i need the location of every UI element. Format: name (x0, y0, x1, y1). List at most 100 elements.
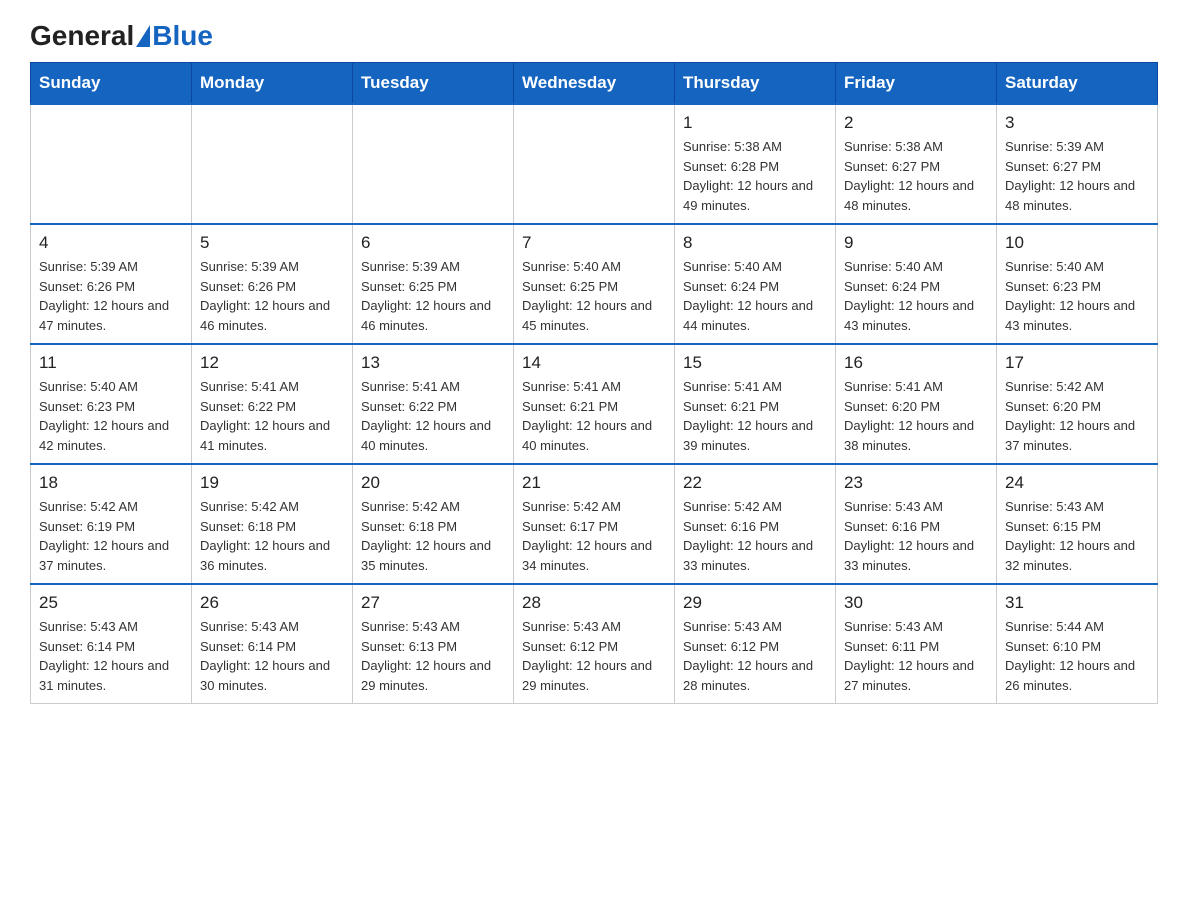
calendar-cell: 21 Sunrise: 5:42 AM Sunset: 6:17 PM Dayli… (514, 464, 675, 584)
calendar-cell: 29Sunrise: 5:43 AM Sunset: 6:12 PM Dayli… (675, 584, 836, 704)
calendar-week-row: 25 Sunrise: 5:43 AM Sunset: 6:14 PM Dayli… (31, 584, 1158, 704)
day-info: Sunrise: 5:40 AM Sunset: 6:25 PM Dayligh… (522, 257, 666, 335)
day-number: 16 (844, 353, 988, 373)
day-info: Sunrise: 5:39 AM Sunset: 6:27 PM Dayligh… (1005, 137, 1149, 215)
day-number: 18 (39, 473, 183, 493)
calendar-week-row: 18 Sunrise: 5:42 AM Sunset: 6:19 PM Dayli… (31, 464, 1158, 584)
day-number: 28 (522, 593, 666, 613)
day-info: Sunrise: 5:42 AM Sunset: 6:20 PM Dayligh… (1005, 377, 1149, 455)
calendar-header-friday: Friday (836, 63, 997, 105)
day-number: 22 (683, 473, 827, 493)
day-number: 31 (1005, 593, 1149, 613)
calendar-cell: 7 Sunrise: 5:40 AM Sunset: 6:25 PM Daylig… (514, 224, 675, 344)
day-number: 27 (361, 593, 505, 613)
day-info: Sunrise: 5:42 AM Sunset: 6:18 PM Dayligh… (361, 497, 505, 575)
day-info: Sunrise: 5:39 AM Sunset: 6:25 PM Dayligh… (361, 257, 505, 335)
calendar-cell: 1 Sunrise: 5:38 AM Sunset: 6:28 PM Daylig… (675, 104, 836, 224)
calendar-cell: 14 Sunrise: 5:41 AM Sunset: 6:21 PM Dayli… (514, 344, 675, 464)
logo-area: General Blue (30, 20, 213, 52)
day-number: 8 (683, 233, 827, 253)
calendar-cell: 13 Sunrise: 5:41 AM Sunset: 6:22 PM Dayli… (353, 344, 514, 464)
day-info: Sunrise: 5:41 AM Sunset: 6:21 PM Dayligh… (683, 377, 827, 455)
day-info: Sunrise: 5:42 AM Sunset: 6:16 PM Dayligh… (683, 497, 827, 575)
calendar-cell: 23Sunrise: 5:43 AM Sunset: 6:16 PM Dayli… (836, 464, 997, 584)
day-number: 25 (39, 593, 183, 613)
day-number: 14 (522, 353, 666, 373)
logo: General Blue (30, 20, 213, 52)
calendar-cell: 5Sunrise: 5:39 AM Sunset: 6:26 PM Daylig… (192, 224, 353, 344)
day-number: 12 (200, 353, 344, 373)
day-number: 24 (1005, 473, 1149, 493)
day-number: 4 (39, 233, 183, 253)
day-number: 30 (844, 593, 988, 613)
logo-blue-text: Blue (152, 20, 213, 52)
calendar-cell: 8 Sunrise: 5:40 AM Sunset: 6:24 PM Daylig… (675, 224, 836, 344)
day-number: 26 (200, 593, 344, 613)
calendar-week-row: 1 Sunrise: 5:38 AM Sunset: 6:28 PM Daylig… (31, 104, 1158, 224)
calendar-cell (192, 104, 353, 224)
day-info: Sunrise: 5:41 AM Sunset: 6:22 PM Dayligh… (361, 377, 505, 455)
calendar-cell: 3Sunrise: 5:39 AM Sunset: 6:27 PM Daylig… (997, 104, 1158, 224)
calendar-cell (353, 104, 514, 224)
day-number: 2 (844, 113, 988, 133)
calendar-cell: 18 Sunrise: 5:42 AM Sunset: 6:19 PM Dayli… (31, 464, 192, 584)
calendar-cell: 25 Sunrise: 5:43 AM Sunset: 6:14 PM Dayli… (31, 584, 192, 704)
day-info: Sunrise: 5:43 AM Sunset: 6:14 PM Dayligh… (39, 617, 183, 695)
day-info: Sunrise: 5:42 AM Sunset: 6:18 PM Dayligh… (200, 497, 344, 575)
day-info: Sunrise: 5:43 AM Sunset: 6:12 PM Dayligh… (683, 617, 827, 695)
calendar-cell: 20 Sunrise: 5:42 AM Sunset: 6:18 PM Dayli… (353, 464, 514, 584)
day-info: Sunrise: 5:40 AM Sunset: 6:24 PM Dayligh… (844, 257, 988, 335)
calendar-cell: 9 Sunrise: 5:40 AM Sunset: 6:24 PM Daylig… (836, 224, 997, 344)
calendar-cell: 31 Sunrise: 5:44 AM Sunset: 6:10 PM Dayli… (997, 584, 1158, 704)
calendar-header-thursday: Thursday (675, 63, 836, 105)
day-number: 1 (683, 113, 827, 133)
day-number: 23 (844, 473, 988, 493)
day-number: 21 (522, 473, 666, 493)
day-info: Sunrise: 5:42 AM Sunset: 6:17 PM Dayligh… (522, 497, 666, 575)
day-number: 7 (522, 233, 666, 253)
calendar-cell: 11 Sunrise: 5:40 AM Sunset: 6:23 PM Dayli… (31, 344, 192, 464)
day-number: 11 (39, 353, 183, 373)
calendar-cell: 15 Sunrise: 5:41 AM Sunset: 6:21 PM Dayli… (675, 344, 836, 464)
logo-general-text: General (30, 20, 134, 52)
day-info: Sunrise: 5:43 AM Sunset: 6:12 PM Dayligh… (522, 617, 666, 695)
day-info: Sunrise: 5:39 AM Sunset: 6:26 PM Dayligh… (39, 257, 183, 335)
calendar-cell: 4 Sunrise: 5:39 AM Sunset: 6:26 PM Daylig… (31, 224, 192, 344)
day-number: 15 (683, 353, 827, 373)
calendar-cell: 28 Sunrise: 5:43 AM Sunset: 6:12 PM Dayli… (514, 584, 675, 704)
calendar-cell: 27Sunrise: 5:43 AM Sunset: 6:13 PM Dayli… (353, 584, 514, 704)
day-number: 10 (1005, 233, 1149, 253)
day-number: 17 (1005, 353, 1149, 373)
calendar-cell: 30 Sunrise: 5:43 AM Sunset: 6:11 PM Dayli… (836, 584, 997, 704)
day-info: Sunrise: 5:42 AM Sunset: 6:19 PM Dayligh… (39, 497, 183, 575)
day-info: Sunrise: 5:44 AM Sunset: 6:10 PM Dayligh… (1005, 617, 1149, 695)
day-number: 20 (361, 473, 505, 493)
day-info: Sunrise: 5:41 AM Sunset: 6:21 PM Dayligh… (522, 377, 666, 455)
calendar-cell: 16 Sunrise: 5:41 AM Sunset: 6:20 PM Dayli… (836, 344, 997, 464)
day-number: 6 (361, 233, 505, 253)
calendar-header-sunday: Sunday (31, 63, 192, 105)
calendar-cell (31, 104, 192, 224)
calendar-table: SundayMondayTuesdayWednesdayThursdayFrid… (30, 62, 1158, 704)
calendar-header-row: SundayMondayTuesdayWednesdayThursdayFrid… (31, 63, 1158, 105)
calendar-cell: 12 Sunrise: 5:41 AM Sunset: 6:22 PM Dayli… (192, 344, 353, 464)
day-info: Sunrise: 5:43 AM Sunset: 6:11 PM Dayligh… (844, 617, 988, 695)
day-info: Sunrise: 5:40 AM Sunset: 6:24 PM Dayligh… (683, 257, 827, 335)
day-info: Sunrise: 5:40 AM Sunset: 6:23 PM Dayligh… (39, 377, 183, 455)
calendar-header-saturday: Saturday (997, 63, 1158, 105)
calendar-header-monday: Monday (192, 63, 353, 105)
day-info: Sunrise: 5:40 AM Sunset: 6:23 PM Dayligh… (1005, 257, 1149, 335)
day-info: Sunrise: 5:41 AM Sunset: 6:22 PM Dayligh… (200, 377, 344, 455)
calendar-cell (514, 104, 675, 224)
logo-triangle-icon (136, 25, 150, 47)
calendar-cell: 10 Sunrise: 5:40 AM Sunset: 6:23 PM Dayli… (997, 224, 1158, 344)
calendar-cell: 19Sunrise: 5:42 AM Sunset: 6:18 PM Dayli… (192, 464, 353, 584)
day-info: Sunrise: 5:41 AM Sunset: 6:20 PM Dayligh… (844, 377, 988, 455)
day-info: Sunrise: 5:38 AM Sunset: 6:28 PM Dayligh… (683, 137, 827, 215)
day-number: 13 (361, 353, 505, 373)
calendar-header-wednesday: Wednesday (514, 63, 675, 105)
calendar-cell: 26Sunrise: 5:43 AM Sunset: 6:14 PM Dayli… (192, 584, 353, 704)
day-number: 9 (844, 233, 988, 253)
day-info: Sunrise: 5:39 AM Sunset: 6:26 PM Dayligh… (200, 257, 344, 335)
page-header: General Blue (30, 20, 1158, 52)
